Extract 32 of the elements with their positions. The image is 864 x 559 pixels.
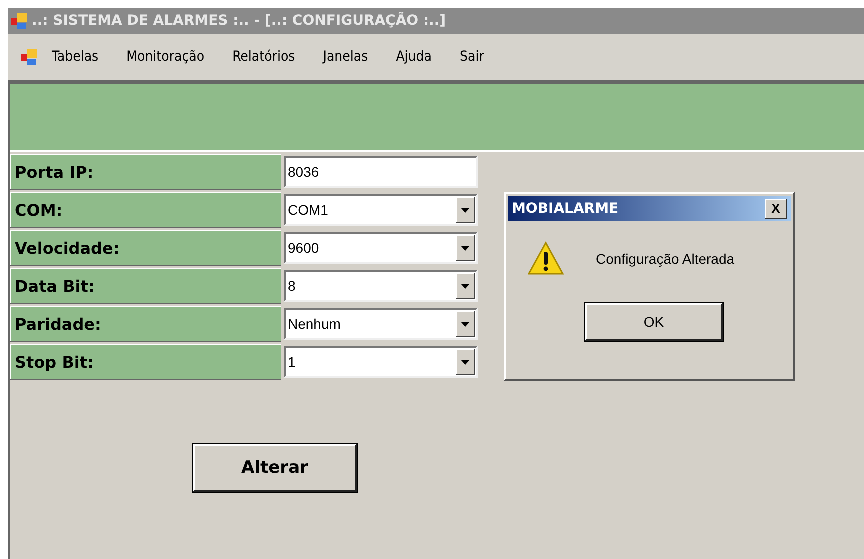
dropdown-field[interactable]: 8 xyxy=(284,270,478,302)
field-label: Velocidade: xyxy=(10,230,281,266)
field-label: Paridade: xyxy=(10,306,281,342)
app-icon xyxy=(20,48,38,66)
field-label: Porta IP: xyxy=(10,154,281,190)
dropdown-arrow-icon xyxy=(461,360,470,364)
dropdown-field[interactable]: 1 xyxy=(284,346,478,378)
app-icon xyxy=(10,12,28,30)
menu-item[interactable]: Monitoração xyxy=(112,49,219,65)
alterar-button[interactable]: Alterar xyxy=(193,444,357,492)
window-title: ..: SISTEMA DE ALARMES :.. - [..: CONFIGURAÇÃO :..] xyxy=(32,13,446,29)
menu-item[interactable]: Janelas xyxy=(309,49,382,65)
dialog-message: Configuração Alterada xyxy=(596,251,735,267)
field-label: COM: xyxy=(10,192,281,228)
field-label: Data Bit: xyxy=(10,268,281,304)
dropdown-arrow-icon xyxy=(461,246,470,250)
warning-icon xyxy=(528,241,564,277)
dropdown-field[interactable]: 9600 xyxy=(284,232,478,264)
dropdown-arrow-icon xyxy=(461,284,470,288)
dropdown-arrow-icon xyxy=(461,208,470,212)
dialog-title: MOBIALARME xyxy=(512,200,619,216)
menu-item[interactable]: Ajuda xyxy=(382,49,446,65)
text-field[interactable]: 8036 xyxy=(284,156,478,188)
dropdown-field[interactable]: COM1 xyxy=(284,194,478,226)
menu-item[interactable]: Relatórios xyxy=(218,49,310,65)
dropdown-arrow-icon xyxy=(461,322,470,326)
field-label: Stop Bit: xyxy=(10,344,281,380)
dropdown-field[interactable]: Nenhum xyxy=(284,308,478,340)
menu-item[interactable]: Sair xyxy=(446,49,498,65)
close-button[interactable]: X xyxy=(765,198,787,218)
ok-button[interactable]: OK xyxy=(585,303,723,341)
menu-item[interactable]: Tabelas xyxy=(38,49,113,65)
